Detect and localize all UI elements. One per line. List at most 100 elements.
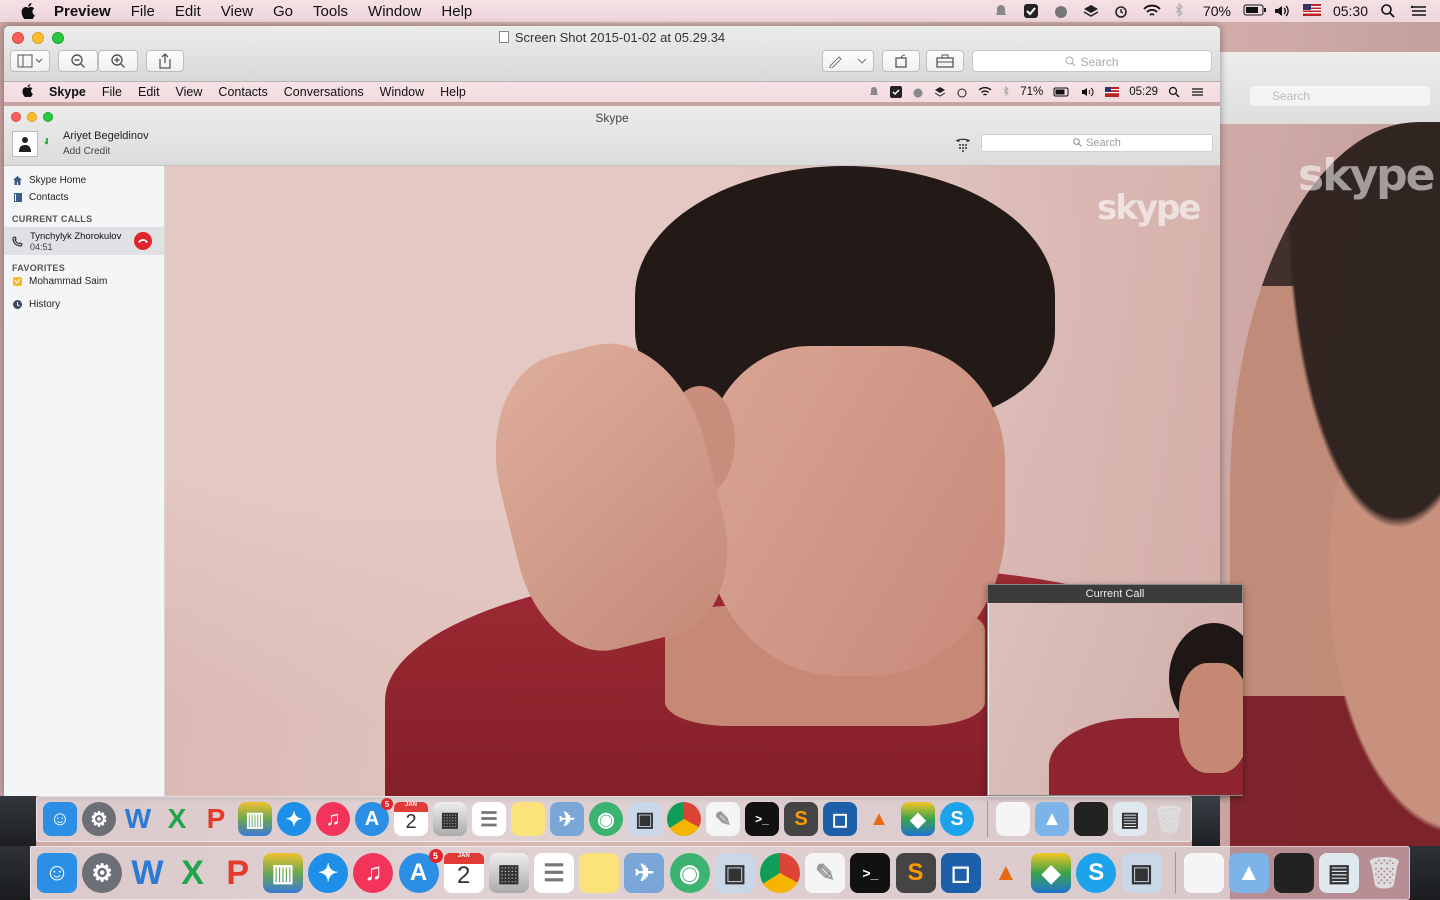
- rotate-button[interactable]: [882, 50, 920, 72]
- powerpoint-icon: P: [206, 803, 226, 834]
- alarm-app-icon[interactable]: [1053, 3, 1071, 19]
- image-capture-icon[interactable]: ▣: [714, 853, 755, 893]
- inner-menu-conversations: Conversations: [283, 85, 364, 99]
- current-call-panel[interactable]: Current Call: [987, 584, 1243, 796]
- stack-app-icon[interactable]: ◆: [1031, 853, 1072, 893]
- menubar-clock[interactable]: 05:30: [1333, 3, 1368, 19]
- downloads-stack-icon[interactable]: ▤: [1319, 853, 1360, 893]
- calendar-icon[interactable]: JAN 2: [443, 853, 484, 893]
- finder-icon[interactable]: ☺: [37, 853, 77, 893]
- word-icon[interactable]: W: [127, 853, 167, 893]
- inner-menu-window: Window: [379, 85, 425, 99]
- inner-status-area: 71% 05:29: [868, 82, 1204, 102]
- preview-title-text: Screen Shot 2015-01-02 at 05.29.34: [514, 30, 726, 45]
- calculator-icon[interactable]: ▦: [488, 853, 529, 893]
- menu-edit[interactable]: Edit: [175, 3, 201, 20]
- system-preferences-icon[interactable]: ⚙: [82, 853, 123, 893]
- safari-icon[interactable]: ✦: [308, 853, 349, 893]
- reminders-icon[interactable]: ☰: [534, 853, 575, 893]
- alarm-clock-icon[interactable]: [1113, 3, 1131, 19]
- downloads-stack-icon: ▤: [1113, 802, 1147, 836]
- share-button[interactable]: [146, 50, 184, 72]
- applications-folder-icon[interactable]: ▲: [1228, 853, 1269, 893]
- hang-up-icon: [138, 239, 148, 243]
- calendar-month: JAN: [443, 853, 484, 865]
- inner-apple-icon: [22, 84, 33, 100]
- zoom-in-icon: [111, 54, 125, 68]
- current-call-title: Current Call: [988, 585, 1242, 603]
- inner-menu-file: File: [101, 85, 122, 99]
- toolbox-button[interactable]: [926, 50, 964, 72]
- desktop-wallpaper-edge: [1192, 796, 1220, 846]
- keynote-charts-icon[interactable]: ▥: [262, 853, 303, 893]
- chrome-icon: [667, 802, 701, 836]
- menu-help[interactable]: Help: [441, 3, 472, 20]
- contacts-book-icon: [14, 193, 22, 202]
- layers-icon[interactable]: [1083, 3, 1101, 19]
- screen-sharing-icon[interactable]: ◻: [940, 853, 981, 893]
- image-capture-icon: ▣: [628, 802, 662, 836]
- menu-app-preview[interactable]: Preview: [54, 3, 111, 20]
- menu-window[interactable]: Window: [368, 3, 421, 20]
- sidebar-history-label: History: [29, 299, 61, 310]
- zoom-in-button[interactable]: [98, 50, 138, 72]
- sidebar-item-history: History: [4, 296, 164, 313]
- battery-icon[interactable]: [1243, 3, 1266, 19]
- hang-up-button: [134, 232, 152, 250]
- terminal-icon[interactable]: >_: [850, 853, 891, 893]
- document-stack-icon[interactable]: [1183, 853, 1224, 893]
- sidebar-icon: [17, 54, 43, 68]
- notification-bell-icon[interactable]: [993, 3, 1011, 19]
- notes-icon: [511, 802, 545, 836]
- sublime-text-icon[interactable]: S: [895, 853, 936, 893]
- image-viewer-icon[interactable]: ▣: [1121, 853, 1162, 893]
- notification-center-icon[interactable]: [1410, 3, 1428, 19]
- dock: ☺ ⚙ W X P ▥ ✦ ♫ A5 JAN 2 ▦ ☰ ✈ ◉ ▣ ✎ >_ S…: [30, 846, 1410, 900]
- trash-icon[interactable]: 🗑: [1364, 853, 1404, 893]
- battery-percent[interactable]: 70%: [1203, 3, 1231, 19]
- screenshot-stack-icon[interactable]: [1274, 853, 1315, 893]
- screen-sharing-icon: ◻: [823, 802, 857, 836]
- menu-go[interactable]: Go: [273, 3, 293, 20]
- us-flag-icon[interactable]: [1302, 3, 1321, 19]
- call-duration: 04:51: [30, 241, 53, 252]
- todo-check-icon[interactable]: [1023, 3, 1041, 19]
- textedit-icon[interactable]: ✎: [805, 853, 846, 893]
- skype-search-icon: [1073, 138, 1082, 147]
- excel-icon[interactable]: X: [173, 853, 213, 893]
- apple-menu-icon[interactable]: [18, 0, 38, 22]
- document-stack-icon: [996, 802, 1030, 836]
- calendar-day: 2: [405, 810, 417, 833]
- inner-todo-icon: [890, 86, 903, 98]
- preview-app-icon[interactable]: ✈: [624, 853, 665, 893]
- menu-file[interactable]: File: [131, 3, 155, 20]
- inner-menu-edit: Edit: [138, 85, 160, 99]
- preview-search-field[interactable]: Search: [972, 50, 1212, 72]
- skype-dock-icon[interactable]: S: [1076, 853, 1117, 893]
- zoom-out-button[interactable]: [58, 50, 98, 72]
- maps-location-icon: ◉: [589, 802, 623, 836]
- spotlight-search-icon[interactable]: [1380, 3, 1398, 19]
- notes-icon[interactable]: [579, 853, 620, 893]
- video-person-face: [705, 346, 1005, 676]
- inner-list-icon: [1192, 88, 1203, 96]
- markup-button[interactable]: [822, 50, 874, 72]
- current-call-item: Tynchylyk Zhorokulov 04:51: [4, 227, 164, 255]
- menu-tools[interactable]: Tools: [313, 3, 348, 20]
- bluetooth-icon[interactable]: [1173, 2, 1191, 19]
- app-store-icon[interactable]: A5: [398, 849, 443, 893]
- chrome-icon[interactable]: [760, 853, 800, 893]
- rotate-icon: [895, 54, 907, 68]
- powerpoint-icon[interactable]: P: [218, 853, 258, 893]
- menu-view[interactable]: View: [221, 3, 253, 20]
- volume-icon[interactable]: [1273, 3, 1291, 19]
- vlc-icon[interactable]: ▲: [986, 853, 1026, 893]
- wifi-icon[interactable]: [1143, 3, 1161, 19]
- inner-volume-icon: [1082, 87, 1094, 97]
- skype-username: Ariyet Begeldinov: [63, 130, 149, 142]
- sidebar-toggle-button[interactable]: [10, 50, 50, 72]
- maps-location-icon[interactable]: ◉: [669, 853, 710, 893]
- itunes-icon[interactable]: ♫: [353, 853, 394, 893]
- terminal-icon: >_: [745, 802, 779, 836]
- skype-search-placeholder: Search: [1086, 137, 1121, 149]
